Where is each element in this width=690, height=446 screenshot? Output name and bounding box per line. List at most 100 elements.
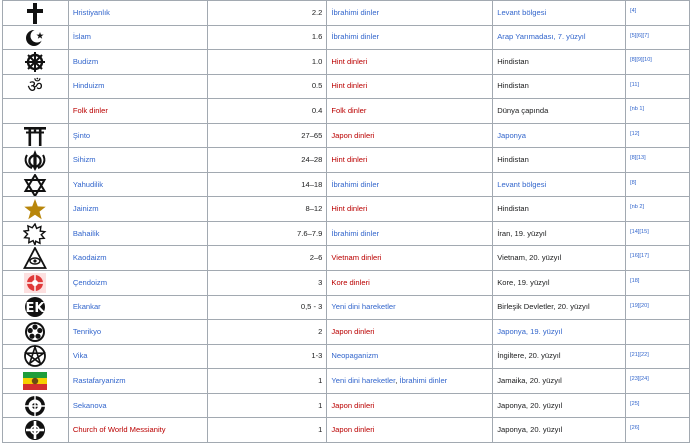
origin-region-text[interactable]: Japonya [497,131,526,140]
religion-name-cell: Rastafaryanizm [67,368,208,394]
cheondoism-icon [24,272,47,293]
religion-family-link[interactable]: Yeni dini hareketler [331,376,395,385]
reference-link[interactable]: [14][15] [630,229,649,235]
religion-name-link[interactable]: Rastafaryanizm [73,376,126,385]
religion-family-link[interactable]: Folk dinler [331,106,366,115]
reference-link[interactable]: [19][20] [630,303,649,309]
reference-link[interactable]: [8][13] [630,155,646,161]
religion-family-link[interactable]: Japon dinleri [331,131,374,140]
religion-name-cell: Sihizm [67,147,208,173]
religion-name-link[interactable]: Sekanova [73,401,107,410]
origin-region-cell: Hindistan [492,49,627,75]
reference-link[interactable]: [5][6][7] [630,33,649,39]
religion-name-link[interactable]: Sihizm [73,155,96,164]
reference-cell: [23][24] [625,368,690,394]
table-row: Tenrikyo 2 Japon dinleri Japonya, 19. yüzyı… [2,319,690,345]
origin-region-text: İran, 19. yüzyıl [497,228,547,238]
reference-link[interactable]: [8][9][10] [630,57,652,63]
religion-name-link[interactable]: Hinduizm [73,81,105,90]
origin-region-cell: Birleşik Devletler, 20. yüzyıl [492,294,627,321]
reference-link[interactable]: [4] [630,8,636,14]
reference-link[interactable]: [21][22] [630,352,649,358]
reference-link[interactable]: [nb 1] [630,106,644,112]
reference-link[interactable]: [16][17] [630,253,649,259]
religion-family-cell: Yeni dini hareketler [326,294,494,321]
origin-region-text: Jamaika, 20. yüzyıl [497,375,562,385]
reference-link[interactable]: [12] [630,131,639,137]
origin-region-text: İngiltere, 20. yüzyıl [497,351,561,361]
religion-family-link[interactable]: Japon dinleri [331,327,374,336]
table-row: Sekanova 1 Japon dinleri Japonya, 20. yüzyı… [2,392,690,419]
religion-name-link[interactable]: Folk dinler [73,106,108,115]
symbol-cell [2,245,69,272]
reference-link[interactable]: [23][24] [630,376,649,382]
religion-name-cell: Çendoizm [67,270,208,296]
origin-region-text[interactable]: Japonya, 19. yüzyıl [497,327,562,336]
om-icon: ॐ [28,77,44,97]
religion-family-link[interactable]: Japon dinleri [331,401,374,410]
reference-link[interactable]: [18] [630,278,639,284]
religion-name-link[interactable]: Ekankar [73,302,101,311]
reference-link[interactable]: [8] [630,180,636,186]
nine-pointed-star-icon [23,222,47,245]
religion-family-link[interactable]: Hint dinleri [331,155,367,164]
table-row: Vika 1-3 Neopaganizm İngiltere, 20. yüzyıl [… [2,343,690,370]
religion-family-link[interactable]: Kore dinleri [331,278,369,287]
origin-region-cell: Japonya, 20. yüzyıl [492,392,627,419]
religion-name-link[interactable]: Tenrikyo [73,327,101,336]
origin-region-text[interactable]: Levant bölgesi [497,8,546,17]
religion-family-link[interactable]: Hint dinleri [331,57,367,66]
religion-family-cell: İbrahimi dinler [326,0,494,26]
symbol-cell [2,0,69,26]
table-row: Kaodaizm 2–6 Vietnam dinleri Vietnam, 20. y… [2,245,690,272]
reference-cell: [21][22] [625,343,690,370]
reference-cell: [25] [625,392,690,419]
origin-region-cell: Japonya [492,122,627,149]
symbol-cell: EK [2,294,69,321]
adherents-value-cell: 0,5 - 3 [206,294,328,321]
origin-region-text[interactable]: Arap Yarımadası, 7. yüzyıl [497,32,585,41]
religion-name-link[interactable]: Jainizm [73,204,99,213]
reference-link[interactable]: [25] [630,401,639,407]
religion-family-link[interactable]: Japon dinleri [331,425,374,434]
religion-name-link[interactable]: İslam [73,32,91,41]
religion-family-link[interactable]: İbrahimi dinler [331,229,379,238]
religion-family-link[interactable]: İbrahimi dinler [331,180,379,189]
religion-family-link[interactable]: İbrahimi dinler [331,8,379,17]
svg-text:EK: EK [26,301,46,316]
religion-family-link[interactable]: Hint dinleri [331,81,367,90]
symbol-cell [2,196,69,222]
torii-gate-icon [24,126,47,146]
religion-family-link[interactable]: İbrahimi dinler [331,32,379,41]
religion-name-link[interactable]: Vika [73,351,88,360]
religion-name-link[interactable]: Budizm [73,57,98,66]
religion-name-link[interactable]: Hristiyanlık [73,8,110,17]
origin-region-cell: Vietnam, 20. yüzyıl [492,245,627,272]
reference-cell: [4] [625,0,690,26]
religion-name-link[interactable]: Church of World Messianity [73,425,166,434]
table-row: EK Ekankar 0,5 - 3 Yeni dini hareketler Birl… [2,294,690,321]
religion-name-cell: Yahudilik [67,171,208,198]
religion-name-link[interactable]: Çendoizm [73,278,107,287]
religion-family-link[interactable]: Vietnam dinleri [331,253,381,262]
reference-link[interactable]: [11] [630,82,639,88]
religion-family-link[interactable]: Hint dinleri [331,204,367,213]
religion-name-link[interactable]: Kaodaizm [73,253,107,262]
reference-link[interactable]: [nb 2] [630,204,644,210]
religion-name-link[interactable]: Yahudilik [73,180,103,189]
religions-table: Hristiyanlık 2.2 İbrahimi dinler Levant böl… [2,0,690,443]
religion-name-cell: Ekankar [67,294,208,321]
religion-family-cell: İbrahimi dinler [326,220,494,247]
religion-family-link[interactable]: Neopaganizm [331,351,378,360]
origin-region-text[interactable]: Levant bölgesi [497,180,546,189]
reference-cell: [12] [625,122,690,149]
world-messianity-icon [25,420,46,441]
religion-family-cell: Vietnam dinleri [326,245,494,272]
religion-family-link[interactable]: Yeni dini hareketler [331,302,395,311]
dharma-wheel-icon [25,51,46,72]
adherents-value-cell: 0.5 [206,73,328,100]
religion-name-link[interactable]: Bahailik [73,229,100,238]
religion-family-link[interactable]: İbrahimi dinler [400,376,448,385]
reference-link[interactable]: [26] [630,425,639,431]
religion-name-link[interactable]: Şinto [73,131,90,140]
